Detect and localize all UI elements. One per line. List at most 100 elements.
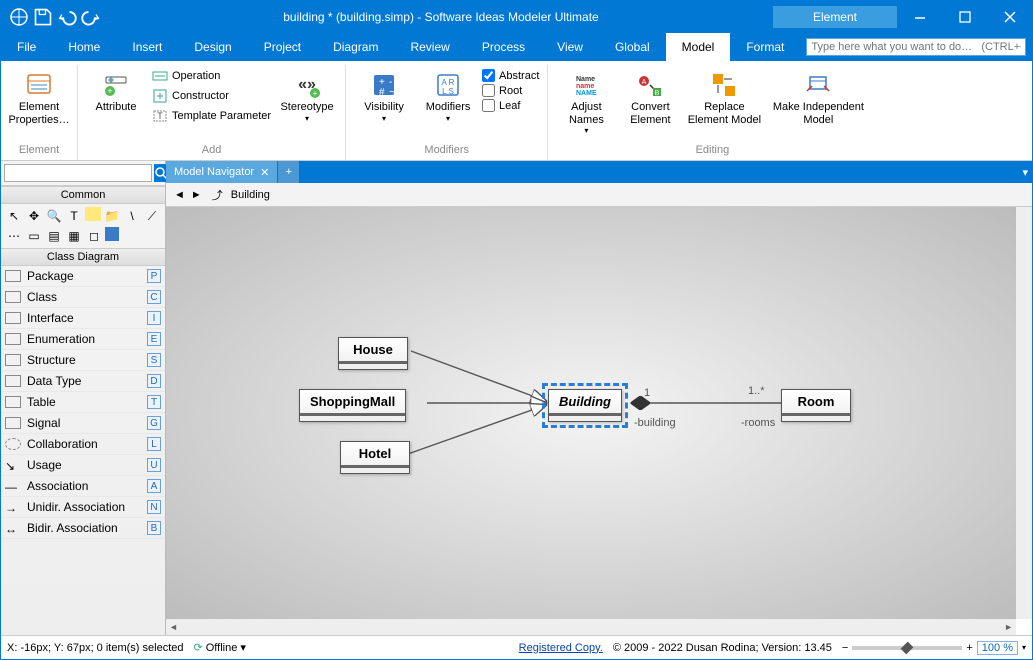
class-room[interactable]: Room (781, 389, 851, 422)
element-properties-button[interactable]: Element Properties… (9, 67, 69, 126)
make-independent-button[interactable]: Make Independent Model (768, 67, 868, 126)
zoom-value[interactable]: 100 % (977, 641, 1018, 655)
constructor-icon (152, 88, 168, 104)
menu-review[interactable]: Review (394, 33, 465, 61)
zoom-icon[interactable]: 🔍 (45, 207, 63, 225)
modifiers-icon: A RL S (434, 71, 462, 99)
zoom-out-button[interactable]: − (842, 642, 848, 654)
adjust-names-button[interactable]: NamenameNAMEAdjust Names ▾ (556, 67, 616, 135)
add-tab-button[interactable]: + (278, 161, 300, 183)
registered-link[interactable]: Registered Copy. (519, 642, 603, 654)
status-offline[interactable]: ⟳Offline ▾ (194, 641, 246, 654)
svg-text:NAME: NAME (576, 90, 597, 97)
modifiers-button[interactable]: A RL S Modifiers▾ (418, 67, 478, 123)
menu-project[interactable]: Project (248, 33, 317, 61)
zoom-menu-icon[interactable]: ▾ (1022, 643, 1026, 652)
menu-model[interactable]: Model (666, 33, 731, 61)
menu-file[interactable]: File (1, 33, 52, 61)
status-copyright: © 2009 - 2022 Dusan Rodina; Version: 13.… (613, 642, 832, 654)
palette-item[interactable]: TableT (1, 392, 165, 413)
nav-up-icon[interactable]: ⤴ (212, 187, 223, 203)
search-input[interactable] (806, 38, 1026, 56)
status-coords: X: -16px; Y: 67px; 0 item(s) selected (7, 642, 184, 654)
menu-home[interactable]: Home (52, 33, 116, 61)
note-icon[interactable] (85, 207, 101, 221)
close-button[interactable] (987, 1, 1032, 33)
layers-icon[interactable]: ▤ (45, 227, 63, 245)
palette-item[interactable]: Data TypeD (1, 371, 165, 392)
app-icon (9, 7, 29, 27)
palette-item[interactable]: ↔Bidir. AssociationB (1, 518, 165, 539)
text-icon[interactable]: T (65, 207, 83, 225)
attribute-icon: + (102, 71, 130, 99)
maximize-button[interactable] (942, 1, 987, 33)
nav-fwd-icon[interactable]: ► (189, 189, 204, 201)
breadcrumb-path[interactable]: Building (231, 189, 270, 201)
palette-item[interactable]: —AssociationA (1, 476, 165, 497)
zoom-in-button[interactable]: + (966, 642, 972, 654)
menu-format[interactable]: Format (730, 33, 800, 61)
class-house[interactable]: House (338, 337, 408, 370)
constructor-button[interactable]: Constructor (150, 87, 273, 105)
palette-item[interactable]: CollaborationL (1, 434, 165, 455)
attribute-button[interactable]: + Attribute (86, 67, 146, 114)
convert-element-button[interactable]: ABConvert Element (620, 67, 680, 126)
menu-insert[interactable]: Insert (116, 33, 178, 61)
palette-item[interactable]: ↘UsageU (1, 455, 165, 476)
palette-item[interactable]: →Unidir. AssociationN (1, 497, 165, 518)
menu-global[interactable]: Global (599, 33, 666, 61)
undo-icon[interactable] (57, 7, 77, 27)
palette-item[interactable]: SignalG (1, 413, 165, 434)
menubar: File Home Insert Design Project Diagram … (1, 33, 1032, 61)
close-tab-icon[interactable]: ✕ (260, 166, 269, 179)
grid-icon[interactable]: ▦ (65, 227, 83, 245)
minimize-button[interactable] (897, 1, 942, 33)
save-icon[interactable] (33, 7, 53, 27)
svg-text:+: + (313, 89, 318, 98)
zoom-slider[interactable] (852, 646, 962, 650)
abstract-check[interactable]: Abstract (482, 69, 539, 82)
frame-icon[interactable]: ◻ (85, 227, 103, 245)
tab-model-navigator[interactable]: Model Navigator✕ (166, 161, 278, 183)
connector-icon[interactable]: ⟋ (143, 207, 161, 225)
line-icon[interactable]: \ (123, 207, 141, 225)
diagram-canvas[interactable]: House ShoppingMall Hotel Building Room 1… (166, 207, 1016, 619)
palette-search-input[interactable] (4, 164, 152, 182)
menu-design[interactable]: Design (178, 33, 247, 61)
redo-icon[interactable] (81, 7, 101, 27)
menu-view[interactable]: View (541, 33, 599, 61)
swatch-icon[interactable] (105, 227, 119, 241)
pointer-icon[interactable]: ↖ (5, 207, 23, 225)
move-icon[interactable]: ✥ (25, 207, 43, 225)
folder-icon[interactable]: 📁 (103, 207, 121, 225)
palette-item[interactable]: StructureS (1, 350, 165, 371)
visibility-label: Visibility (364, 101, 404, 114)
tabstrip-menu-icon[interactable]: ▾ (1022, 167, 1028, 179)
palette-item[interactable]: EnumerationE (1, 329, 165, 350)
menu-process[interactable]: Process (466, 33, 541, 61)
vertical-scrollbar[interactable] (1016, 207, 1032, 619)
palette-item[interactable]: PackageP (1, 266, 165, 287)
class-building[interactable]: Building (548, 389, 622, 422)
horizontal-scrollbar[interactable] (166, 619, 1016, 635)
left-panel: Common ↖ ✥ 🔍 T 📁 \ ⟋ ⋯ ▭ ▤ ▦ ◻ Class Dia… (1, 161, 166, 635)
class-hotel[interactable]: Hotel (340, 441, 410, 474)
visibility-button[interactable]: +-#~ Visibility▾ (354, 67, 414, 123)
context-tab-label: Element (773, 6, 897, 28)
leaf-check[interactable]: Leaf (482, 99, 539, 112)
replace-model-button[interactable]: Replace Element Model (684, 67, 764, 126)
rect-icon[interactable]: ▭ (25, 227, 43, 245)
operation-button[interactable]: Operation (150, 67, 273, 85)
palette-item[interactable]: ClassC (1, 287, 165, 308)
svg-text:~: ~ (389, 87, 395, 98)
nav-back-icon[interactable]: ◄ (172, 189, 187, 201)
class-shoppingmall[interactable]: ShoppingMall (299, 389, 406, 422)
palette-item[interactable]: InterfaceI (1, 308, 165, 329)
menu-diagram[interactable]: Diagram (317, 33, 394, 61)
stereotype-button[interactable]: «»+ Stereotype▾ (277, 67, 337, 123)
window-title: building * (building.simp) - Software Id… (109, 10, 773, 24)
template-parameter-button[interactable]: TTemplate Parameter (150, 107, 273, 125)
dashed-icon[interactable]: ⋯ (5, 227, 23, 245)
modifiers-label: Modifiers (426, 101, 471, 114)
root-check[interactable]: Root (482, 84, 539, 97)
